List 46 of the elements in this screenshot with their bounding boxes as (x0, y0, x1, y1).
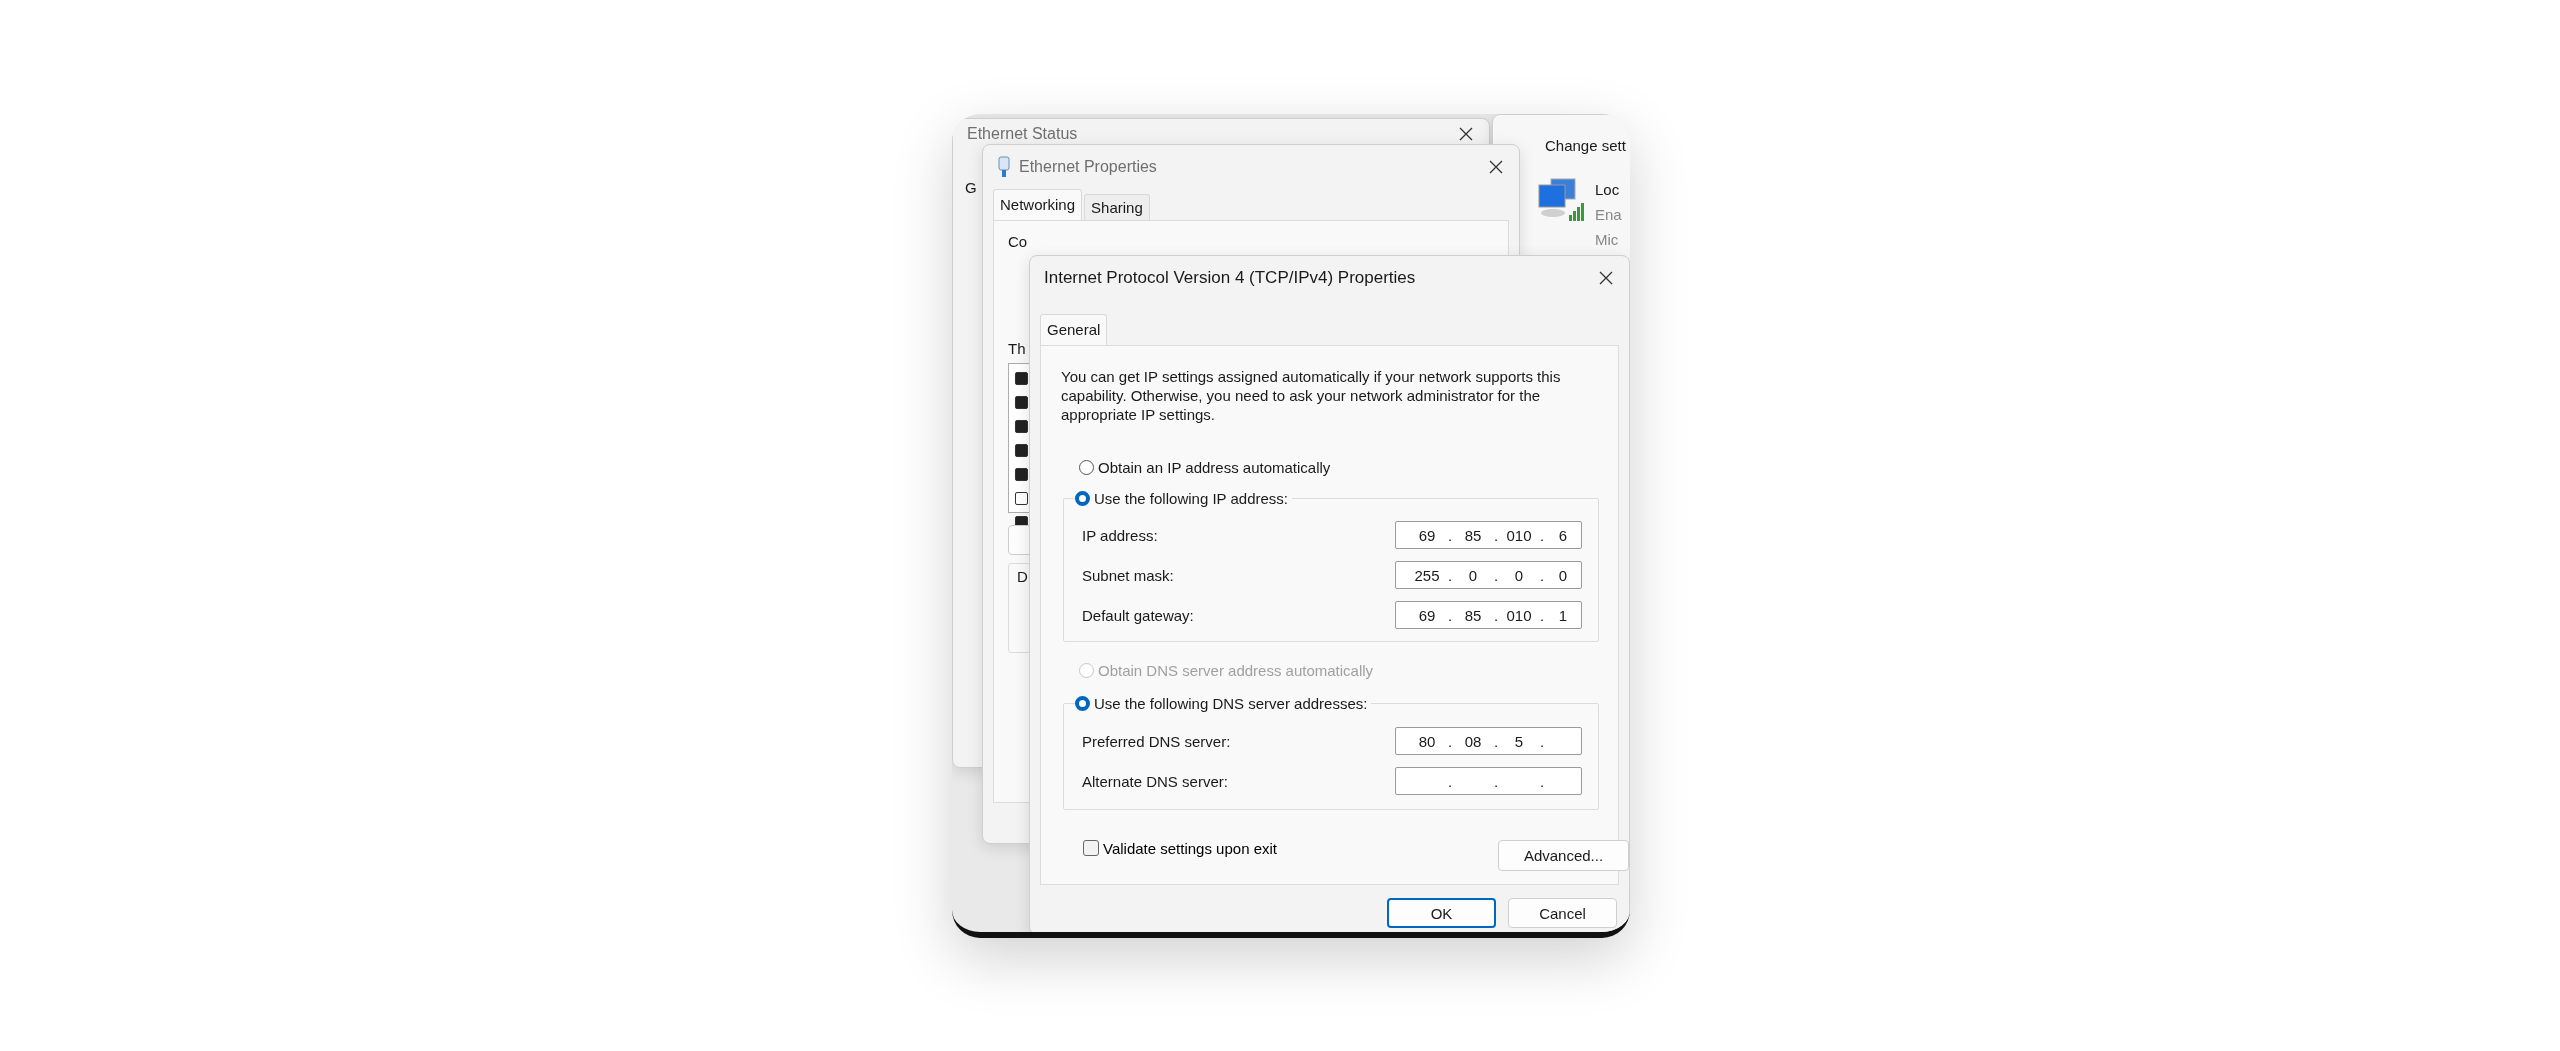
radio-button[interactable] (1075, 695, 1090, 711)
ethernet-plug-icon (997, 156, 1011, 178)
field-label: Subnet mask: (1082, 566, 1174, 584)
ip-address-field[interactable]: 255 . 0 . 0 . 0 (1395, 561, 1582, 589)
section-label: Co (1008, 233, 1028, 250)
field-label: Preferred DNS server: (1082, 732, 1231, 750)
ip-address-field[interactable]: 69 . 85 . 010 . 1 (1395, 601, 1582, 629)
checkbox[interactable] (1015, 420, 1028, 433)
dialog-button[interactable]: OK (1387, 898, 1496, 928)
group-label: D (1017, 568, 1028, 585)
validate-option[interactable]: Validate settings upon exit (1083, 838, 1277, 858)
checkbox[interactable] (1015, 372, 1028, 385)
field-label: IP address: (1082, 526, 1158, 544)
adapter-status: Ena (1595, 206, 1622, 223)
ip-address-field[interactable]: 80 . 08 . 5 . (1395, 727, 1582, 755)
checkbox[interactable] (1015, 492, 1028, 505)
ip-address-field[interactable]: . . . (1395, 767, 1582, 795)
field-label: Alternate DNS server: (1082, 772, 1228, 790)
dialog-button[interactable]: Cancel (1508, 898, 1617, 928)
window-title: Internet Protocol Version 4 (TCP/IPv4) Properties (1044, 268, 1417, 288)
adapter-name: Loc (1595, 181, 1621, 198)
checkbox[interactable] (1015, 468, 1028, 481)
radio-option[interactable]: Obtain an IP address automatically (1079, 457, 1331, 477)
checkbox[interactable] (1015, 396, 1028, 409)
checkbox[interactable] (1015, 444, 1028, 457)
radio-button[interactable] (1079, 459, 1094, 475)
advanced-button[interactable]: Advanced... (1498, 840, 1629, 871)
ip-address-field[interactable]: 69 . 85 . 010 . 6 (1395, 521, 1582, 549)
tab[interactable]: Networking (993, 189, 1083, 220)
adapter-device: Mic (1595, 231, 1620, 248)
window-title: Ethernet Properties (1019, 158, 1158, 176)
checkbox[interactable] (1083, 840, 1099, 856)
radio-button[interactable] (1075, 490, 1090, 506)
tab[interactable]: General (1040, 314, 1108, 345)
close-icon (1599, 271, 1613, 285)
close-icon (1459, 127, 1473, 141)
network-computers-icon (1537, 177, 1587, 223)
tab-label: G (965, 179, 977, 196)
close-icon (1489, 160, 1503, 174)
description-text: You can get IP settings assigned automatically if your network supports this capability. Otherwise, you need to ask your network administrator for the appropriate IP settings. (1061, 367, 1562, 424)
field-label: Default gateway: (1082, 606, 1194, 624)
window-title: Ethernet Status (967, 125, 1079, 143)
toolbar-link[interactable]: Change sett (1545, 137, 1626, 154)
tab[interactable]: Sharing (1084, 194, 1150, 220)
section-label: Th (1008, 340, 1026, 357)
radio-option[interactable]: Use the following DNS server addresses: (1075, 693, 1368, 713)
